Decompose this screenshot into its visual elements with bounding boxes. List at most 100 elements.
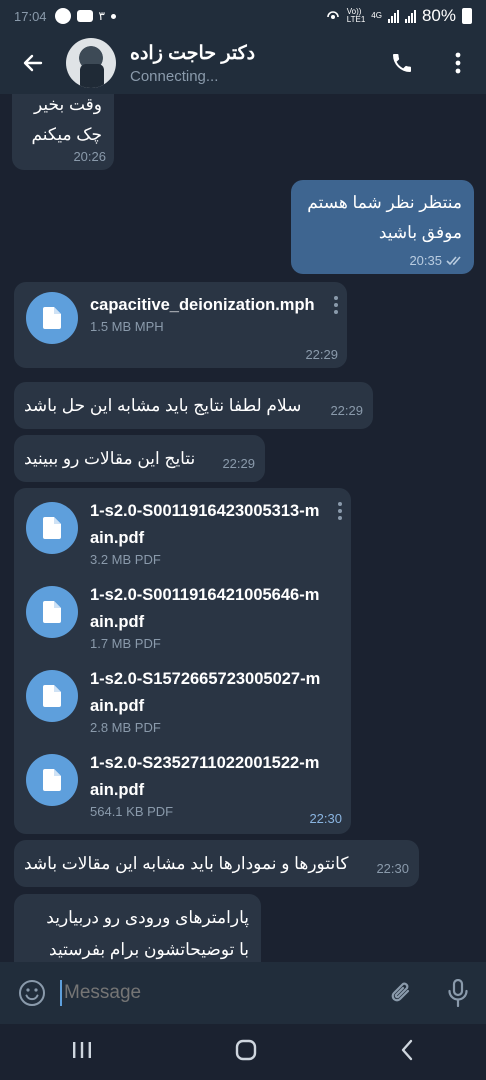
file-meta: 1.7 MB PDF [90, 636, 161, 651]
file-download-button[interactable] [26, 586, 78, 638]
file-row[interactable]: capacitive_deionization.mph 1.5 MB MPH [26, 292, 335, 344]
file-row[interactable]: 1-s2.0-S2352711022001522-main.pdf 564.1 … [26, 754, 322, 819]
document-icon [43, 769, 61, 791]
message-footer: 20:35 [409, 253, 464, 268]
chat-title-area[interactable]: دکتر حاجت زاده Connecting... [130, 42, 374, 85]
more-options-button[interactable] [430, 32, 486, 94]
message-input-bar [0, 962, 486, 1024]
chat-header: دکتر حاجت زاده Connecting... [0, 32, 486, 94]
message-time: 22:29 [330, 403, 363, 418]
emoji-button[interactable] [0, 962, 64, 1024]
message-input[interactable] [64, 982, 374, 1004]
home-button[interactable] [225, 1029, 267, 1076]
message-text: کانتورها و نمودارها باید مشابه این مقالا… [24, 854, 349, 873]
file-info: 1-s2.0-S1572665723005027-main.pdf 2.8 MB… [90, 666, 322, 735]
network-label: Vo)) LTE1 [347, 8, 366, 24]
wifi-calling-icon [326, 11, 339, 19]
file-download-button[interactable] [26, 754, 78, 806]
message-time: 22:29 [305, 347, 338, 362]
file-info: 1-s2.0-S0011916423005313-main.pdf 3.2 MB… [90, 498, 322, 567]
battery-icon [462, 8, 472, 24]
message-text: سلام لطفا نتایج باید مشابه این حل باشد [24, 396, 302, 415]
message-bubble-outgoing[interactable]: منتظر نظر شما هستم موفق باشید 20:35 [291, 180, 474, 274]
recents-icon [72, 1041, 91, 1058]
text-cursor [60, 980, 62, 1006]
status-notification-icons: ۳ [54, 8, 116, 24]
file-group-message[interactable]: 1-s2.0-S0011916423005313-main.pdf 3.2 MB… [14, 488, 351, 834]
message-bubble-incoming[interactable]: وقت بخیر چک میکنم 20:26 [12, 94, 114, 170]
status-time: 17:04 [14, 8, 47, 24]
message-time: 22:30 [309, 811, 342, 826]
whatsapp-icon [54, 8, 71, 24]
recents-button[interactable] [62, 1031, 102, 1074]
file-more-icon[interactable] [334, 296, 338, 314]
file-more-icon[interactable] [338, 502, 342, 520]
phone-icon [393, 54, 411, 72]
message-text: پارامترهای ورودی رو دربیارید [46, 908, 249, 927]
file-row[interactable]: 1-s2.0-S0011916421005646-main.pdf 1.7 MB… [26, 586, 322, 651]
message-text: موفق باشید [378, 223, 462, 242]
message-line: نتایج این مقالات رو ببینید 22:29 [24, 444, 255, 473]
message-bubble-incoming[interactable]: کانتورها و نمودارها باید مشابه این مقالا… [14, 840, 419, 887]
document-icon [43, 685, 61, 707]
more-vertical-icon [455, 52, 461, 74]
signal-2-icon [404, 9, 416, 23]
file-row[interactable]: 1-s2.0-S0011916423005313-main.pdf 3.2 MB… [26, 502, 322, 567]
message-text: نتایج این مقالات رو ببینید [24, 449, 196, 468]
paperclip-icon [391, 982, 410, 1002]
file-info: 1-s2.0-S2352711022001522-main.pdf 564.1 … [90, 750, 322, 819]
message-text: وقت بخیر [34, 95, 102, 114]
double-check-icon [446, 255, 461, 265]
call-button[interactable] [374, 32, 430, 94]
network-type-label: 4G [371, 11, 382, 20]
file-meta: 3.2 MB PDF [90, 552, 161, 567]
message-bubble-incoming[interactable]: نتایج این مقالات رو ببینید 22:29 [14, 435, 265, 482]
mic-button[interactable] [430, 962, 486, 1024]
system-back-button[interactable] [390, 1029, 424, 1076]
battery-label: 80% [421, 6, 456, 25]
chevron-left-icon [402, 1039, 413, 1060]
file-name: 1-s2.0-S0011916421005646-main.pdf [90, 586, 320, 631]
file-name: 1-s2.0-S0011916423005313-main.pdf [90, 502, 320, 547]
file-info: capacitive_deionization.mph 1.5 MB MPH [90, 292, 315, 334]
system-nav-bar [0, 1024, 486, 1080]
back-button[interactable] [0, 32, 66, 94]
file-meta: 564.1 KB PDF [90, 804, 174, 819]
file-row[interactable]: 1-s2.0-S1572665723005027-main.pdf 2.8 MB… [26, 670, 322, 735]
chat-area[interactable]: وقت بخیر چک میکنم 20:26 منتظر نظر شما هس… [0, 94, 486, 962]
emoji-icon [19, 980, 45, 1006]
file-info: 1-s2.0-S0011916421005646-main.pdf 1.7 MB… [90, 582, 322, 651]
message-line: کانتورها و نمودارها باید مشابه این مقالا… [24, 849, 409, 878]
file-name: 1-s2.0-S2352711022001522-main.pdf [90, 754, 320, 799]
document-icon [43, 601, 61, 623]
youtube-icon [76, 10, 93, 22]
message-text: چک میکنم [31, 125, 102, 144]
message-time: 20:35 [409, 253, 442, 268]
more-notifications-icon [111, 13, 116, 19]
status-system-icons: Vo)) LTE1 4G 80% [325, 6, 472, 26]
chat-status: Connecting... [130, 67, 219, 85]
file-meta: 2.8 MB PDF [90, 720, 161, 735]
document-icon [43, 517, 61, 539]
file-meta: 1.5 MB MPH [90, 319, 164, 334]
file-download-button[interactable] [26, 502, 78, 554]
file-download-button[interactable] [26, 292, 78, 344]
avatar[interactable] [66, 38, 116, 88]
message-text: با توضیحاتشون برام بفرستید [49, 940, 249, 959]
signal-icon [387, 9, 399, 23]
status-bar: 17:04 ۳ Vo)) LTE1 4G 80% [0, 0, 486, 32]
document-icon [43, 307, 61, 329]
arrow-left-icon [23, 54, 43, 72]
file-message[interactable]: capacitive_deionization.mph 1.5 MB MPH 2… [14, 282, 347, 368]
message-time: 20:26 [73, 149, 106, 164]
attach-button[interactable] [374, 962, 430, 1024]
message-bubble-incoming[interactable]: پارامترهای ورودی رو دربیارید با توضیحاتش… [14, 894, 261, 962]
message-text: منتظر نظر شما هستم [307, 193, 462, 212]
chat-title: دکتر حاجت زاده [130, 42, 256, 64]
message-bubble-incoming[interactable]: سلام لطفا نتایج باید مشابه این حل باشد 2… [14, 382, 373, 429]
message-line: سلام لطفا نتایج باید مشابه این حل باشد 2… [24, 391, 363, 420]
notification-count: ۳ [98, 9, 105, 23]
network-lte-label: LTE1 [346, 15, 366, 24]
microphone-icon [448, 979, 468, 1007]
file-download-button[interactable] [26, 670, 78, 722]
